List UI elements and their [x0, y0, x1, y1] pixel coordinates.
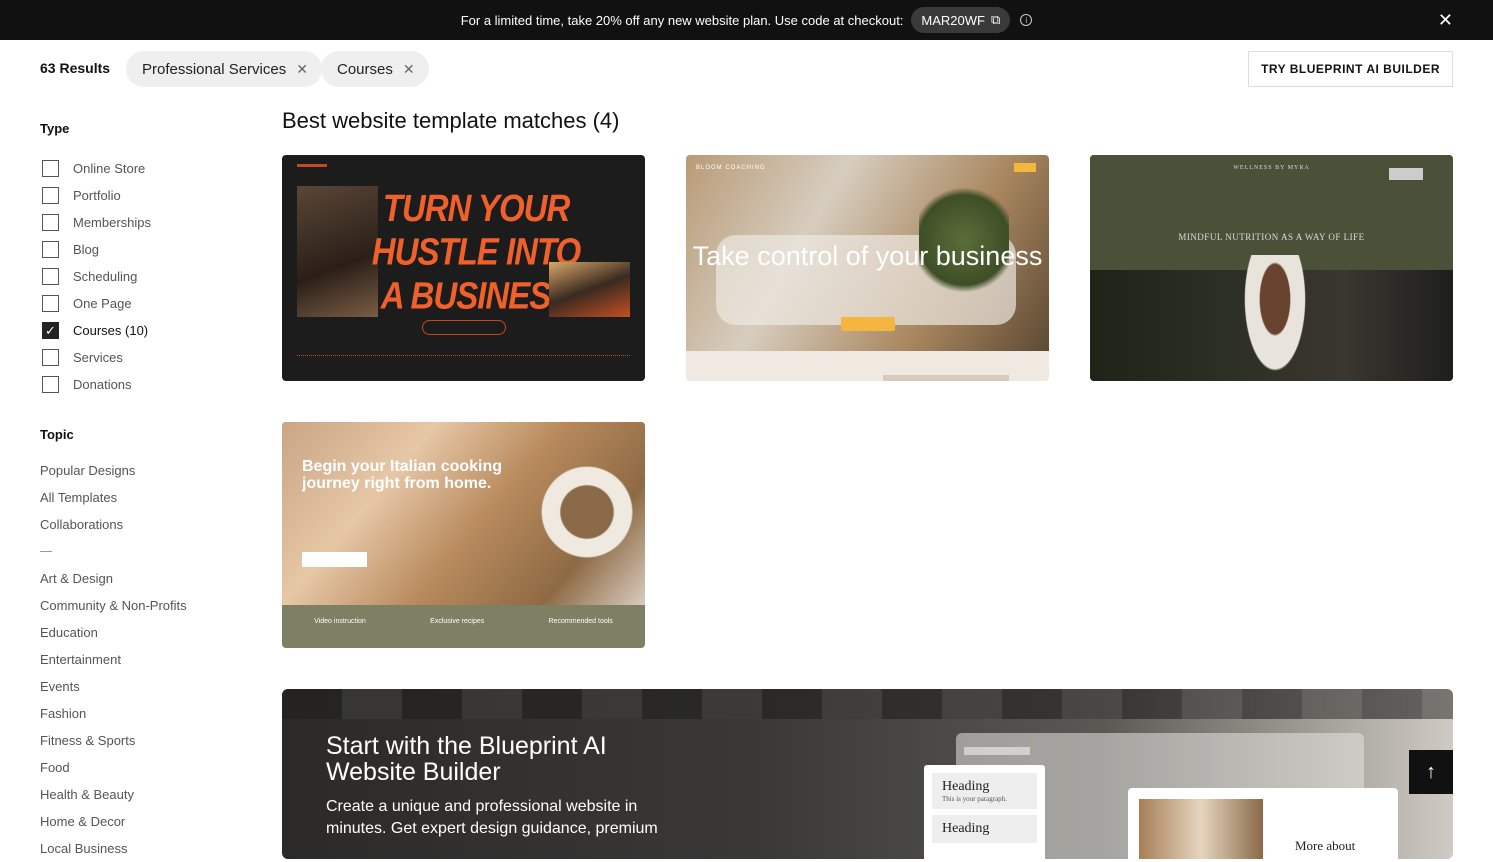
- checkbox[interactable]: [42, 376, 59, 393]
- type-label: Memberships: [73, 215, 152, 230]
- template-headline: MINDFUL NUTRITION AS A WAY OF LIFE: [1178, 232, 1365, 242]
- template-features: Video instruction Exclusive recipes Reco…: [282, 618, 645, 625]
- mock-block: Heading This is your paragraph.: [932, 773, 1037, 809]
- copy-icon: ⧉: [990, 12, 1001, 27]
- template-nav-button: [1389, 168, 1423, 180]
- type-filter-services[interactable]: Services: [42, 344, 151, 371]
- banner-background: [282, 689, 1453, 719]
- template-logo: [297, 164, 327, 167]
- topic-link[interactable]: Food: [40, 754, 187, 781]
- template-button: [841, 317, 895, 331]
- type-label: Courses (10): [73, 323, 149, 338]
- close-icon[interactable]: ✕: [1438, 10, 1453, 31]
- divider: [40, 538, 187, 565]
- type-filter-portfolio[interactable]: Portfolio: [42, 182, 151, 209]
- blueprint-ai-banner[interactable]: Start with the Blueprint AI Website Buil…: [282, 689, 1453, 859]
- type-filter-memberships[interactable]: Memberships: [42, 209, 151, 236]
- type-filter-online-store[interactable]: Online Store: [42, 155, 151, 182]
- topic-link[interactable]: Art & Design: [40, 565, 187, 592]
- topic-link[interactable]: Collaborations: [40, 511, 187, 538]
- checkbox[interactable]: [42, 241, 59, 258]
- divider: [297, 355, 630, 357]
- checkbox[interactable]: [42, 160, 59, 177]
- type-label: Scheduling: [73, 269, 138, 284]
- topic-link[interactable]: Education: [40, 619, 187, 646]
- type-filter-courses[interactable]: ✓ Courses (10): [42, 317, 151, 344]
- try-blueprint-ai-builder-button[interactable]: TRY BLUEPRINT AI BUILDER: [1248, 51, 1453, 87]
- template-card[interactable]: Begin your Italian cooking journey right…: [282, 422, 645, 648]
- type-label: Blog: [73, 242, 100, 257]
- type-label: Portfolio: [73, 188, 121, 203]
- mock-bar: [964, 747, 1030, 755]
- type-label: Services: [73, 350, 123, 365]
- checkbox-checked[interactable]: ✓: [42, 322, 59, 339]
- banner-title: Start with the Blueprint AI Website Buil…: [326, 732, 607, 786]
- type-filter-donations[interactable]: Donations: [42, 371, 151, 398]
- checkbox[interactable]: [42, 349, 59, 366]
- type-filter-list: Online Store Portfolio Memberships Blog …: [42, 155, 151, 398]
- topic-link[interactable]: Events: [40, 673, 187, 700]
- mock-card: More about: [1128, 788, 1398, 859]
- template-photo: [549, 262, 630, 317]
- template-card[interactable]: WELLNESS BY MYRA MINDFUL NUTRITION AS A …: [1090, 155, 1453, 381]
- mock-heading: Heading: [942, 821, 990, 836]
- topic-heading: Topic: [40, 427, 74, 442]
- arrow-up-icon[interactable]: ↑: [1409, 750, 1453, 794]
- type-label: Online Store: [73, 161, 146, 176]
- checkbox[interactable]: [42, 295, 59, 312]
- feature-label: Exclusive recipes: [430, 618, 485, 625]
- info-icon[interactable]: i: [1020, 14, 1033, 26]
- topic-link[interactable]: Community & Non-Profits: [40, 592, 187, 619]
- promo-code: MAR20WF: [921, 12, 985, 28]
- topic-link[interactable]: All Templates: [40, 484, 187, 511]
- topic-link[interactable]: Home & Decor: [40, 808, 187, 835]
- template-headline: Begin your Italian cooking journey right…: [302, 458, 503, 492]
- template-card[interactable]: BLOOM COACHING Take control of your busi…: [686, 155, 1049, 381]
- chip-label: Professional Services: [142, 60, 287, 78]
- template-button: [422, 320, 506, 335]
- filter-chip-courses[interactable]: Courses ✕: [321, 51, 429, 87]
- mock-paragraph: This is your paragraph.: [942, 795, 1007, 803]
- promo-bar: For a limited time, take 20% off any new…: [0, 0, 1493, 40]
- template-card[interactable]: TURN YOUR HUSTLE INTO A BUSINESS: [282, 155, 645, 381]
- template-photo-detail: [919, 180, 1009, 300]
- template-headline: Take control of your business: [692, 241, 1043, 271]
- topic-link[interactable]: Popular Designs: [40, 457, 187, 484]
- checkbox[interactable]: [42, 187, 59, 204]
- mock-heading: Heading: [942, 779, 990, 794]
- checkbox[interactable]: [42, 268, 59, 285]
- type-label: One Page: [73, 296, 132, 311]
- section-title: Best website template matches (4): [282, 108, 620, 133]
- remove-icon[interactable]: ✕: [403, 61, 415, 78]
- topic-list: Popular Designs All Templates Collaborat…: [40, 457, 187, 862]
- topic-link[interactable]: Entertainment: [40, 646, 187, 673]
- topic-link[interactable]: Fitness & Sports: [40, 727, 187, 754]
- topic-link[interactable]: Health & Beauty: [40, 781, 187, 808]
- filter-chip-professional-services[interactable]: Professional Services ✕: [126, 51, 322, 87]
- template-nav-button: [1014, 163, 1036, 172]
- template-photo-detail: [1240, 255, 1310, 381]
- banner-description: Create a unique and professional website…: [326, 798, 658, 837]
- mock-image: [1139, 799, 1263, 859]
- template-brand: BLOOM COACHING: [696, 165, 766, 171]
- results-count: 63 Results: [40, 60, 111, 76]
- type-label: Donations: [73, 377, 132, 392]
- type-filter-scheduling[interactable]: Scheduling: [42, 263, 151, 290]
- feature-label: Recommended tools: [548, 618, 613, 625]
- feature-label: Video instruction: [314, 618, 366, 625]
- chip-label: Courses: [337, 60, 393, 78]
- promo-code-button[interactable]: MAR20WF ⧉: [911, 7, 1011, 33]
- mock-block: Heading: [932, 815, 1037, 843]
- promo-text: For a limited time, take 20% off any new…: [460, 12, 904, 28]
- type-heading: Type: [40, 121, 70, 136]
- type-filter-one-page[interactable]: One Page: [42, 290, 151, 317]
- mock-panel: Heading This is your paragraph. Heading: [924, 765, 1045, 859]
- type-filter-blog[interactable]: Blog: [42, 236, 151, 263]
- topic-link[interactable]: Fashion: [40, 700, 187, 727]
- template-strip: [883, 375, 1009, 381]
- checkbox[interactable]: [42, 214, 59, 231]
- remove-icon[interactable]: ✕: [296, 61, 308, 78]
- mock-text: More about: [1295, 838, 1356, 853]
- template-button: [302, 552, 367, 567]
